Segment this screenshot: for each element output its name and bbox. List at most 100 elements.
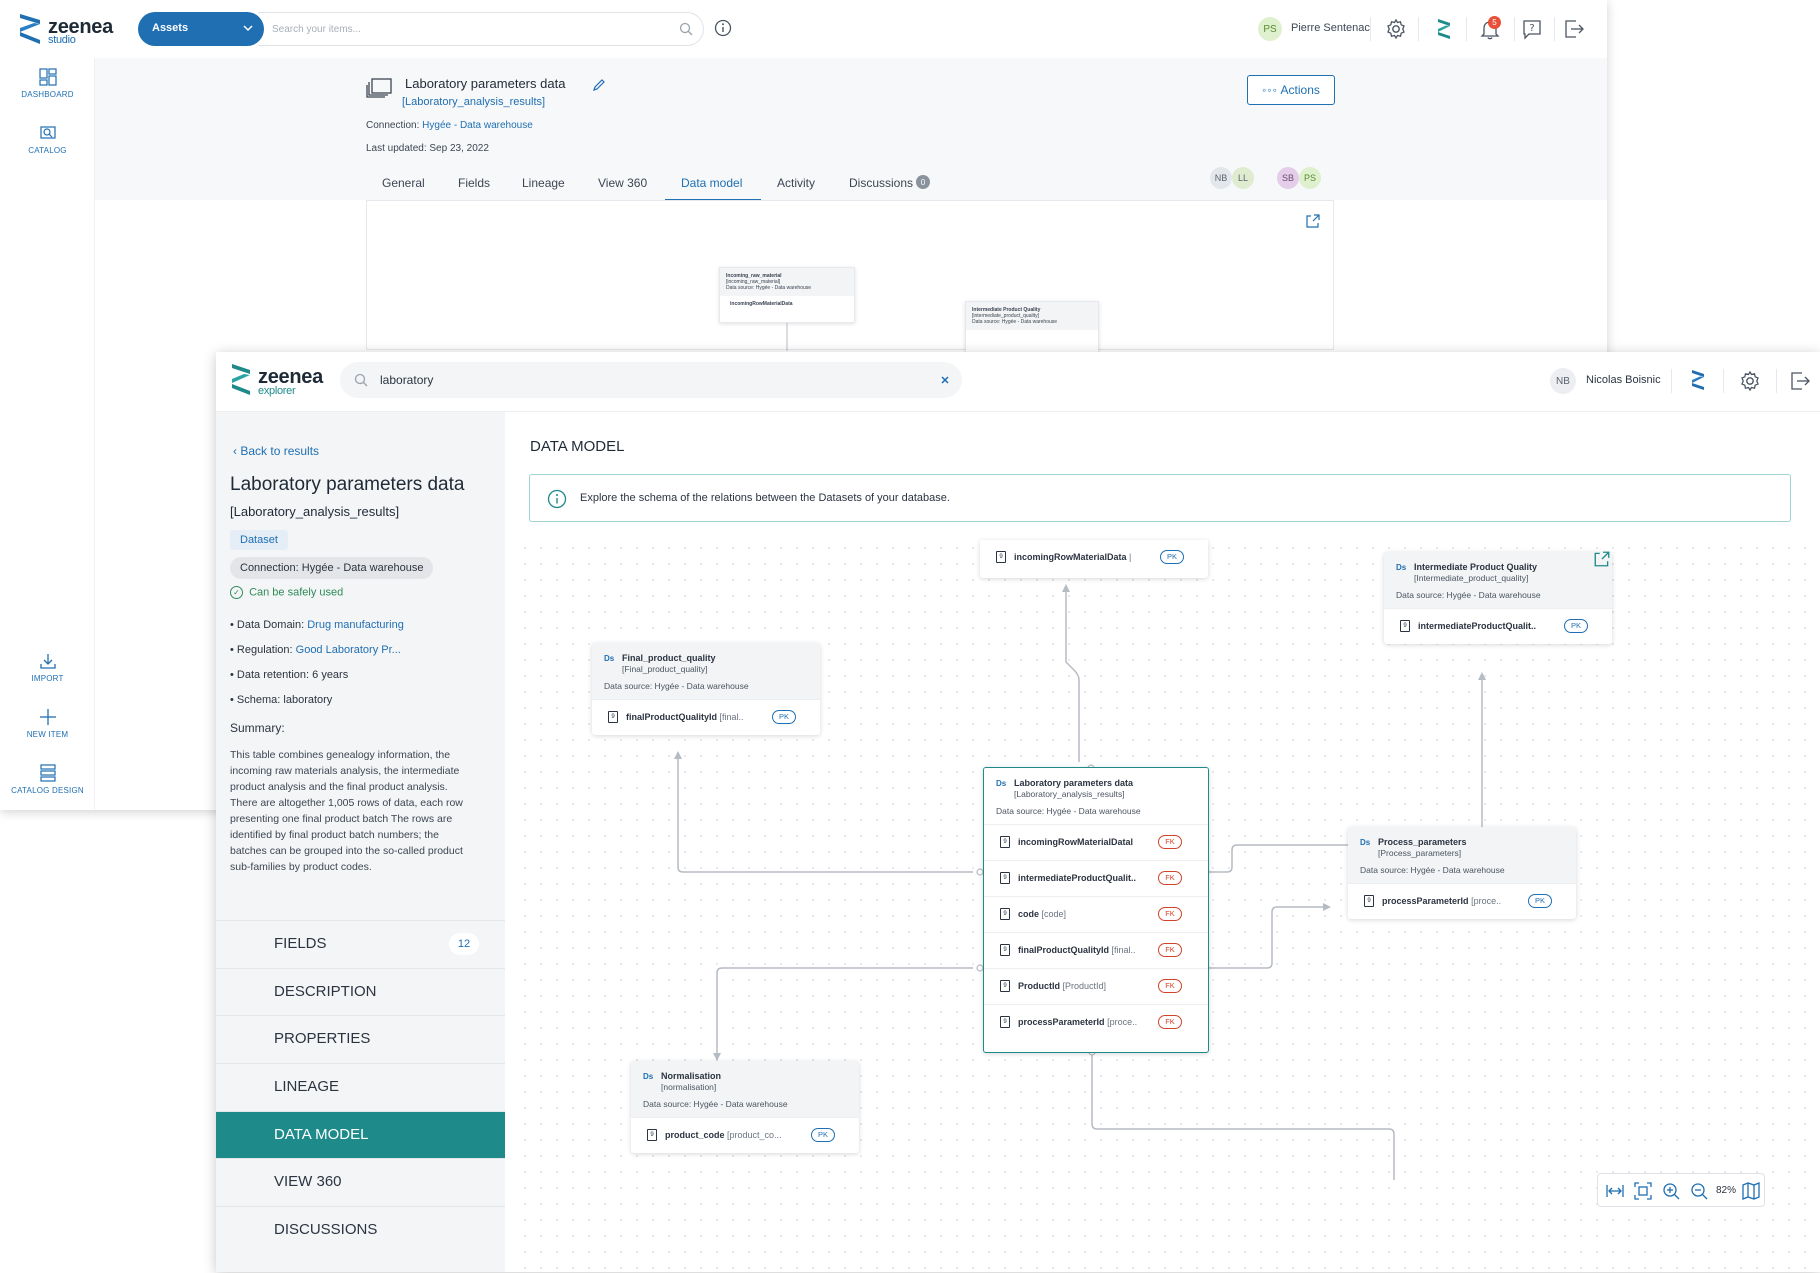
user-name[interactable]: Nicolas Boisnic: [1586, 374, 1661, 386]
arrow-head: [674, 751, 682, 759]
field-type-icon: 9: [1400, 620, 1410, 632]
dataset-card-intermediate[interactable]: Ds Intermediate Product Quality [Interme…: [1384, 552, 1612, 644]
mini-card-field: incomingRowMaterialData: [730, 301, 793, 307]
field-row[interactable]: 9 code [code] FK: [984, 896, 1208, 932]
gear-icon[interactable]: [1384, 17, 1408, 41]
menu-item-discussions[interactable]: DISCUSSIONS: [216, 1206, 505, 1253]
divider: [1418, 17, 1419, 41]
property-value[interactable]: Good Laboratory Pr...: [296, 644, 401, 656]
sidebar-item-import[interactable]: IMPORT: [0, 652, 95, 683]
fit-width-icon[interactable]: [1606, 1182, 1624, 1200]
sidebar-item-catalog-design[interactable]: CATALOG DESIGN: [0, 764, 95, 795]
studio-switch-icon[interactable]: [1686, 368, 1710, 392]
zoom-out-icon[interactable]: [1690, 1182, 1708, 1200]
pk-badge: PK: [1528, 894, 1552, 908]
studio-data-model-canvas[interactable]: Incoming_raw_material [incoming_raw_mate…: [366, 200, 1334, 353]
property-value: laboratory: [283, 694, 333, 706]
tab-discussions[interactable]: Discussions: [849, 176, 913, 190]
info-text: Explore the schema of the relations betw…: [580, 492, 950, 504]
field-type-icon: 9: [1364, 895, 1374, 907]
dataset-card-incoming[interactable]: 9 incomingRowMaterialData | PK: [980, 540, 1208, 578]
field-row[interactable]: 9 product_code [product_co... PK: [631, 1117, 859, 1153]
field-row[interactable]: 9 processParameterId [proce.. FK: [984, 1004, 1208, 1040]
menu-item-lineage[interactable]: LINEAGE: [216, 1063, 505, 1110]
back-link[interactable]: ‹ Back to results: [233, 444, 319, 458]
menu-item-view-360[interactable]: VIEW 360: [216, 1158, 505, 1205]
card-physical-name: [Laboratory_analysis_results]: [1014, 789, 1125, 799]
user-avatar[interactable]: PS: [1258, 17, 1282, 41]
mini-dataset-card[interactable]: Intermediate Product Quality [intermedia…: [965, 301, 1099, 353]
tab-view-360[interactable]: View 360: [598, 176, 647, 190]
contributor-avatar[interactable]: LL: [1232, 167, 1254, 189]
card-physical-name: [Final_product_quality]: [622, 664, 708, 674]
field-row[interactable]: 9 intermediateProductQualit.. FK: [984, 860, 1208, 896]
contributor-avatar[interactable]: NB: [1210, 167, 1232, 189]
user-name[interactable]: Pierre Sentenac: [1291, 22, 1370, 34]
summary-line: incoming raw materials analysis, the int…: [230, 765, 460, 777]
zoom-in-icon[interactable]: [1662, 1182, 1680, 1200]
assets-dropdown[interactable]: Assets: [138, 12, 264, 46]
summary-label: Summary:: [230, 721, 285, 735]
dataset-card-process[interactable]: Ds Process_parameters [Process_parameter…: [1348, 827, 1576, 919]
tab-data-model[interactable]: Data model: [681, 176, 742, 190]
logout-icon[interactable]: [1788, 369, 1812, 393]
search-icon[interactable]: [679, 22, 693, 36]
last-updated: Last updated: Sep 23, 2022: [366, 143, 489, 154]
explorer-switch-icon[interactable]: [1432, 17, 1456, 41]
dataset-card-final-product[interactable]: Ds Final_product_quality [Final_product_…: [592, 643, 820, 735]
field-row[interactable]: 9 finalProductQualityId [final.. PK: [592, 699, 820, 735]
fit-screen-icon[interactable]: [1634, 1182, 1652, 1200]
sidebar-item-catalog[interactable]: CATALOG: [0, 124, 95, 155]
search-icon: [354, 373, 368, 387]
field-row[interactable]: 9 incomingRowMaterialData | PK: [980, 540, 1208, 576]
edit-icon[interactable]: [592, 78, 606, 92]
tab-general[interactable]: General: [382, 176, 425, 190]
property-value[interactable]: Drug manufacturing: [307, 619, 404, 631]
field-row[interactable]: 9 processParameterId [proce.. PK: [1348, 883, 1576, 919]
summary-text: This table combines genealogy informatio…: [230, 747, 498, 875]
card-header: Ds Final_product_quality [Final_product_…: [592, 643, 820, 699]
sidebar-item-new-item[interactable]: NEW ITEM: [0, 708, 95, 739]
mini-dataset-card[interactable]: Incoming_raw_material [incoming_raw_mate…: [719, 267, 855, 323]
data-model-canvas[interactable]: 9 incomingRowMaterialData | PK Ds Interm…: [517, 540, 1817, 1272]
tab-lineage[interactable]: Lineage: [522, 176, 565, 190]
dataset-card-normalisation[interactable]: Ds Normalisation [normalisation] Data so…: [631, 1061, 859, 1153]
dataset-icon: [366, 78, 392, 98]
field-row[interactable]: 9 intermediateProductQualit.. PK: [1384, 608, 1612, 644]
clear-icon[interactable]: [940, 375, 950, 385]
help-icon[interactable]: ?: [1520, 17, 1544, 41]
logout-icon[interactable]: [1562, 17, 1586, 41]
share-icon[interactable]: [1305, 213, 1321, 229]
brand-sub: explorer: [258, 385, 296, 397]
sidebar-label: CATALOG DESIGN: [11, 786, 84, 795]
field-name: code: [1018, 909, 1040, 919]
menu-item-description[interactable]: DESCRIPTION: [216, 968, 505, 1015]
field-type-icon: 9: [1000, 1016, 1010, 1028]
contributor-avatar[interactable]: PS: [1299, 167, 1321, 189]
studio-search-input[interactable]: Search your items...: [258, 12, 704, 46]
user-avatar[interactable]: NB: [1550, 368, 1576, 394]
sidebar-item-dashboard[interactable]: DASHBOARD: [0, 68, 95, 99]
field-row[interactable]: 9 incomingRowMaterialDatal FK: [984, 824, 1208, 860]
export-icon[interactable]: [1593, 550, 1611, 568]
contributor-avatar[interactable]: SB: [1277, 167, 1299, 189]
minimap-icon[interactable]: [1742, 1182, 1760, 1200]
tab-fields[interactable]: Fields: [458, 176, 490, 190]
field-row[interactable]: 9 finalProductQualityId [final.. FK: [984, 932, 1208, 968]
menu-item-fields[interactable]: FIELDS 12: [216, 920, 505, 967]
property-row: • Data retention: 6 years: [230, 669, 349, 681]
field-type-icon: 9: [996, 551, 1006, 563]
menu-item-data-model[interactable]: DATA MODEL: [216, 1111, 505, 1158]
tab-activity[interactable]: Activity: [777, 176, 815, 190]
item-physical-name: [Laboratory_analysis_results]: [402, 96, 546, 108]
actions-button[interactable]: ◦◦◦ Actions: [1247, 75, 1335, 105]
explorer-search-input[interactable]: laboratory: [340, 362, 962, 398]
info-icon: [547, 489, 567, 509]
gear-icon[interactable]: [1738, 369, 1762, 393]
info-icon[interactable]: [714, 19, 732, 37]
connection-link[interactable]: Hygée - Data warehouse: [422, 120, 533, 131]
menu-item-properties[interactable]: PROPERTIES: [216, 1015, 505, 1062]
field-type-icon: 9: [1000, 944, 1010, 956]
dataset-card-main[interactable]: Ds Laboratory parameters data [Laborator…: [983, 767, 1209, 1053]
field-row[interactable]: 9 ProductId [ProductId] FK: [984, 968, 1208, 1004]
